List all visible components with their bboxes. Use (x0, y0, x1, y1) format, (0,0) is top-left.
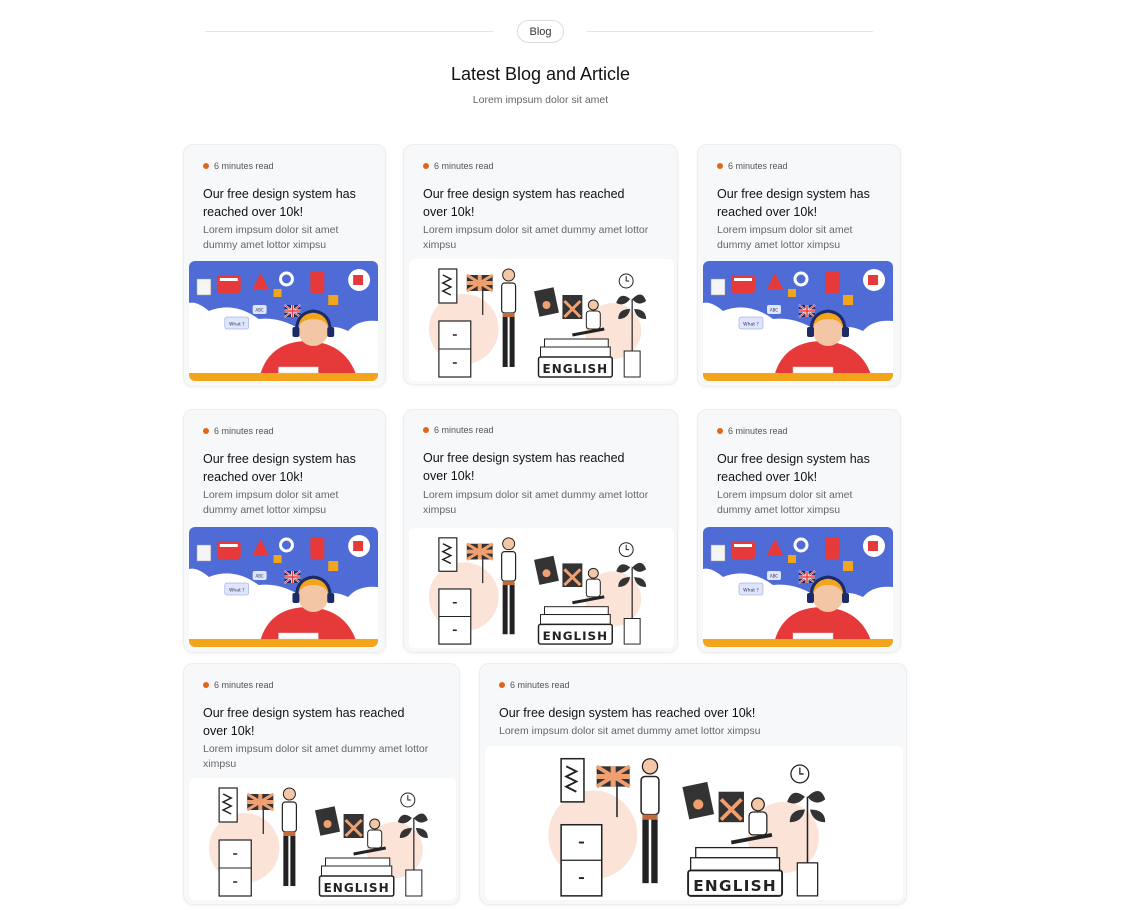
svg-text:What ?: What ? (229, 587, 245, 593)
blog-card[interactable]: 6 minutes read Our free design system ha… (183, 409, 386, 653)
read-time: 6 minutes read (423, 161, 494, 171)
read-time-dot-icon (423, 163, 429, 169)
blog-card[interactable]: 6 minutes read Our free design system ha… (403, 409, 678, 653)
section-subtitle: Lorem impsum dolor sit amet (472, 94, 609, 106)
read-time: 6 minutes read (717, 161, 788, 171)
svg-text:ABC: ABC (770, 574, 778, 579)
student-headphones-illustration: What ? ABC (189, 261, 378, 381)
read-time-dot-icon (203, 163, 209, 169)
english-learning-illustration: ENGLISH (189, 778, 456, 900)
section-title: Latest Blog and Article (450, 64, 631, 84)
card-title[interactable]: Our free design system has reached over … (423, 449, 638, 485)
read-time: 6 minutes read (203, 426, 274, 436)
read-time-dot-icon (423, 427, 429, 433)
read-time-dot-icon (717, 428, 723, 434)
card-title[interactable]: Our free design system has reached over … (203, 704, 418, 740)
svg-text:ENGLISH: ENGLISH (324, 881, 390, 895)
blog-card[interactable]: 6 minutes read Our free design system ha… (697, 144, 901, 387)
read-time: 6 minutes read (717, 426, 788, 436)
blog-card[interactable]: 6 minutes read Our free design system ha… (403, 144, 678, 385)
card-description: Lorem impsum dolor sit amet dummy amet l… (203, 489, 339, 516)
read-time-dot-icon (717, 163, 723, 169)
read-time: 6 minutes read (423, 425, 494, 435)
card-title[interactable]: Our free design system has reached over … (499, 704, 879, 722)
card-description: Lorem impsum dolor sit amet dummy amet l… (499, 725, 761, 737)
svg-text:ENGLISH: ENGLISH (693, 877, 777, 895)
card-description: Lorem impsum dolor sit amet dummy amet l… (423, 489, 649, 516)
card-description: Lorem impsum dolor sit amet dummy amet l… (717, 224, 853, 251)
svg-text:What ?: What ? (743, 322, 759, 328)
header-divider-right (587, 31, 873, 32)
student-headphones-illustration: What ? ABC (703, 261, 893, 381)
english-learning-illustration: ENGLISH (485, 746, 903, 900)
card-description: Lorem impsum dolor sit amet dummy amet l… (203, 224, 339, 251)
svg-text:What ?: What ? (743, 588, 759, 594)
card-description: Lorem impsum dolor sit amet dummy amet l… (203, 743, 429, 770)
read-time: 6 minutes read (203, 680, 274, 690)
read-time: 6 minutes read (203, 161, 274, 171)
english-learning-illustration: ENGLISH (409, 259, 674, 381)
card-description: Lorem impsum dolor sit amet dummy amet l… (423, 224, 649, 251)
blog-card[interactable]: 6 minutes read Our free design system ha… (183, 144, 386, 387)
svg-text:ABC: ABC (256, 573, 264, 578)
card-title[interactable]: Our free design system has reached over … (717, 185, 887, 221)
card-title[interactable]: Our free design system has reached over … (203, 450, 373, 486)
blog-badge: Blog (517, 20, 564, 43)
read-time-dot-icon (203, 428, 209, 434)
read-time: 6 minutes read (499, 680, 570, 690)
student-headphones-illustration: What ? ABC (189, 527, 378, 647)
card-description: Lorem impsum dolor sit amet dummy amet l… (717, 489, 853, 516)
read-time-dot-icon (499, 682, 505, 688)
svg-text:ENGLISH: ENGLISH (543, 362, 609, 376)
svg-text:ABC: ABC (770, 308, 778, 313)
blog-card[interactable]: 6 minutes read Our free design system ha… (479, 663, 907, 905)
read-time-dot-icon (203, 682, 209, 688)
card-title[interactable]: Our free design system has reached over … (717, 450, 887, 486)
header-divider-left (205, 31, 493, 32)
card-title[interactable]: Our free design system has reached over … (203, 185, 373, 221)
svg-text:What ?: What ? (229, 321, 245, 327)
blog-card[interactable]: 6 minutes read Our free design system ha… (697, 409, 901, 653)
student-headphones-illustration: What ? ABC (703, 527, 893, 647)
english-learning-illustration: ENGLISH (409, 528, 674, 648)
blog-card[interactable]: 6 minutes read Our free design system ha… (183, 663, 460, 905)
svg-text:ENGLISH: ENGLISH (543, 629, 609, 643)
svg-text:ABC: ABC (256, 307, 264, 312)
card-title[interactable]: Our free design system has reached over … (423, 185, 638, 221)
